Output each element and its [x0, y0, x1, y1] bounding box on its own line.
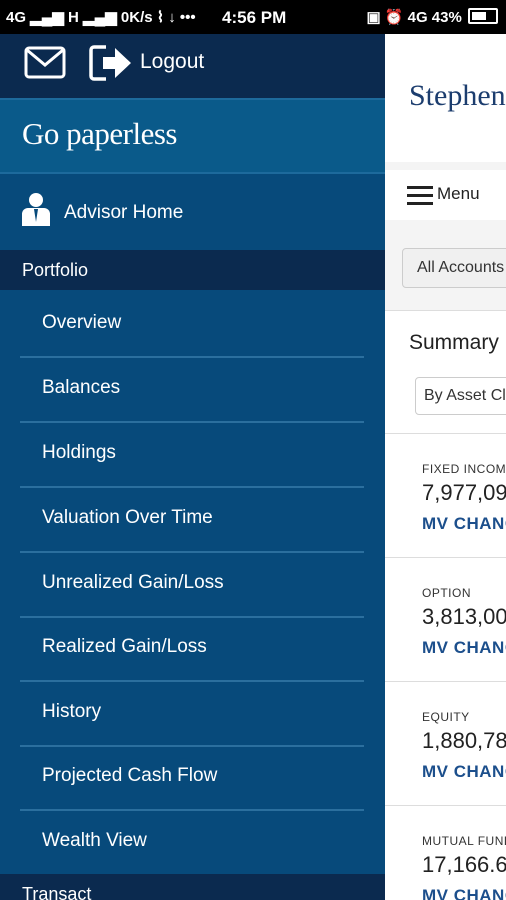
- section-label: Transact: [22, 884, 92, 900]
- menu-bar[interactable]: Menu: [385, 170, 506, 220]
- sidebar-item-label: Projected Cash Flow: [42, 765, 218, 786]
- group-by-value: By Asset Class: [424, 387, 506, 404]
- section-header-portfolio: Portfolio: [0, 250, 385, 290]
- group-by-select[interactable]: By Asset Class: [415, 377, 506, 415]
- hamburger-icon[interactable]: [407, 186, 433, 205]
- go-paperless-label: Go paperless: [22, 116, 177, 151]
- sidebar-item-label: History: [42, 701, 102, 722]
- asset-card[interactable]: FIXED INCOME 7,977,09 MV CHANGE: [385, 433, 506, 558]
- sidebar-item-label: Valuation Over Time: [42, 507, 213, 528]
- sidebar-item-history[interactable]: History: [20, 681, 364, 747]
- brand-logo-text: Stephens: [409, 79, 506, 112]
- asset-category: MUTUAL FUND: [422, 834, 506, 848]
- brand-header: Stephens: [385, 34, 506, 162]
- asset-category: EQUITY: [422, 710, 470, 724]
- mv-change-link[interactable]: MV CHANGE: [422, 886, 506, 900]
- section-label: Portfolio: [22, 260, 89, 280]
- asset-value: 3,813,00: [422, 604, 506, 629]
- status-icons: ▣ ⏰ 4G 43%: [366, 9, 462, 26]
- sidebar-item-label: Unrealized Gain/Loss: [42, 572, 224, 593]
- navigation-drawer: Logout Go paperless Advisor Home Portfol…: [0, 34, 385, 900]
- sidebar-item-realized-gain-loss[interactable]: Realized Gain/Loss: [20, 616, 364, 682]
- logout-button[interactable]: Logout: [140, 50, 204, 74]
- advisor-home-link[interactable]: Advisor Home: [0, 172, 385, 252]
- mv-change-link[interactable]: MV CHANGE: [422, 762, 506, 782]
- mv-change-link[interactable]: MV CHANGE: [422, 638, 506, 658]
- summary-panel: Summary By Asset Class FIXED INCOME 7,97…: [385, 310, 506, 900]
- main-page: Stephens Menu All Accounts Summary By As…: [385, 34, 506, 900]
- status-right-indicators: ▣ ⏰ 4G 43%: [366, 8, 498, 26]
- asset-category: OPTION: [422, 586, 472, 600]
- sidebar-item-label: Balances: [42, 377, 121, 398]
- menu-label[interactable]: Menu: [437, 184, 480, 204]
- status-bar: 4G ▂▄▆ H ▂▄▆ 0K/s ⌇ ↓ ••• 4:56 PM ▣ ⏰ 4G…: [0, 0, 506, 34]
- sidebar-item-unrealized-gain-loss[interactable]: Unrealized Gain/Loss: [20, 552, 364, 618]
- asset-card[interactable]: EQUITY 1,880,78 MV CHANGE: [385, 681, 506, 806]
- sidebar-item-holdings[interactable]: Holdings: [20, 422, 364, 488]
- status-signal-indicators: 4G ▂▄▆ H ▂▄▆ 0K/s ⌇ ↓ •••: [6, 9, 196, 26]
- battery-icon: [468, 8, 498, 24]
- advisor-person-icon: [22, 193, 50, 226]
- asset-card[interactable]: MUTUAL FUND 17,166.67 MV CHANGE: [385, 805, 506, 900]
- drawer-header: Logout: [0, 34, 385, 98]
- summary-title: Summary: [409, 331, 499, 354]
- asset-value: 1,880,78: [422, 728, 506, 753]
- asset-value: 17,166.67: [422, 852, 506, 877]
- account-select[interactable]: All Accounts: [402, 248, 506, 288]
- section-header-transact[interactable]: Transact: [0, 874, 385, 900]
- sidebar-item-wealth-view[interactable]: Wealth View: [20, 810, 364, 874]
- account-select-value: All Accounts: [417, 259, 505, 276]
- mv-change-link[interactable]: MV CHANGE: [422, 514, 506, 534]
- asset-card[interactable]: OPTION 3,813,00 MV CHANGE: [385, 557, 506, 682]
- status-time: 4:56 PM: [222, 8, 287, 27]
- advisor-home-label: Advisor Home: [64, 202, 184, 223]
- sidebar-item-overview[interactable]: Overview: [20, 292, 364, 358]
- sidebar-item-valuation-over-time[interactable]: Valuation Over Time: [20, 487, 364, 553]
- sidebar-item-label: Wealth View: [42, 830, 147, 851]
- logout-icon[interactable]: [88, 44, 133, 82]
- asset-value: 7,977,09: [422, 480, 506, 505]
- sidebar-item-balances[interactable]: Balances: [20, 357, 364, 423]
- go-paperless-banner[interactable]: Go paperless: [0, 98, 385, 172]
- sidebar-item-label: Realized Gain/Loss: [42, 636, 207, 657]
- mail-icon[interactable]: [24, 46, 66, 79]
- asset-category: FIXED INCOME: [422, 462, 506, 476]
- sidebar-item-label: Holdings: [42, 442, 116, 463]
- sidebar-item-label: Overview: [42, 312, 122, 333]
- sidebar-item-projected-cash-flow[interactable]: Projected Cash Flow: [20, 745, 364, 811]
